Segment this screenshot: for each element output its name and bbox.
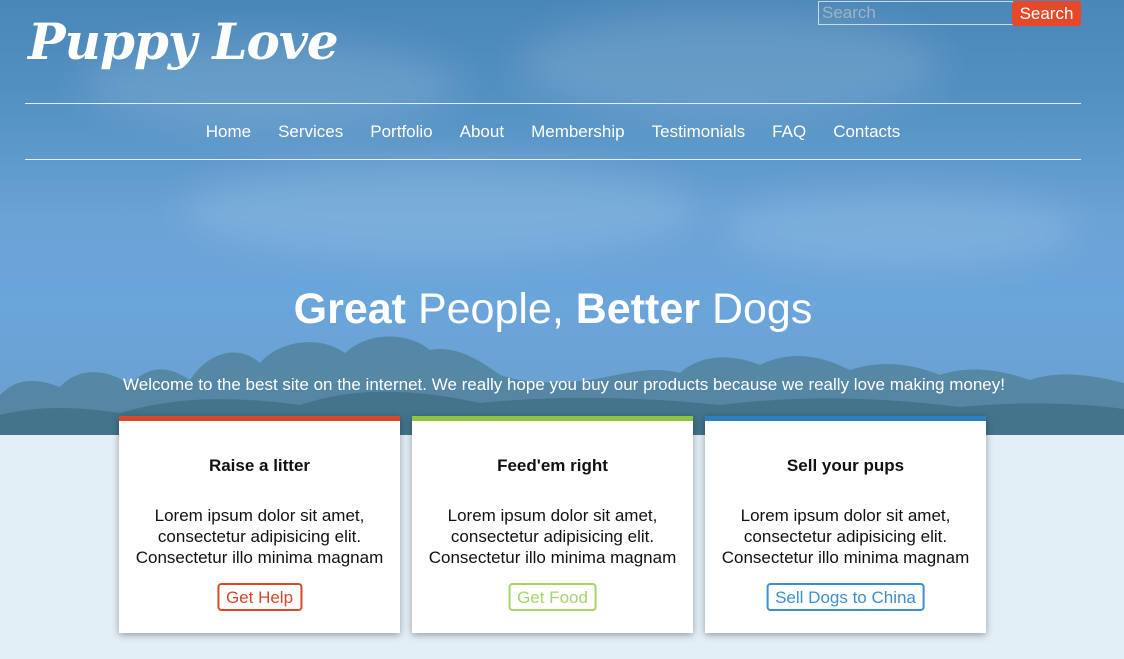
nav-item-faq[interactable]: FAQ (772, 122, 806, 142)
sell-dogs-button[interactable]: Sell Dogs to China (766, 583, 925, 611)
nav-item-portfolio[interactable]: Portfolio (370, 122, 432, 142)
hero-tagline: Welcome to the best site on the internet… (123, 375, 1005, 394)
headline-dogs: Dogs (700, 285, 813, 333)
headline-great: Great (293, 285, 406, 333)
site-logo[interactable]: Puppy Love (28, 12, 339, 71)
hero-headline: Great People, Better Dogs (0, 285, 1106, 334)
card-body: Lorem ipsum dolor sit amet, consectetur … (119, 505, 400, 568)
card-body: Lorem ipsum dolor sit amet, consectetur … (705, 505, 986, 568)
card-accent-bar (119, 416, 400, 421)
card-text-line: Consectetur illo minima magnam (428, 548, 677, 567)
card-sell-pups: Sell your pups Lorem ipsum dolor sit ame… (705, 416, 986, 633)
card-text-line: consectetur adipisicing elit. (743, 527, 948, 546)
search-button[interactable]: Search (1012, 1, 1081, 26)
card-text-line: consectetur adipisicing elit. (157, 527, 362, 546)
get-food-button[interactable]: Get Food (508, 583, 597, 611)
card-title: Sell your pups (786, 456, 905, 475)
nav-item-about[interactable]: About (460, 122, 504, 142)
card-text-line: Lorem ipsum dolor sit amet, (447, 506, 658, 525)
card-feed-right: Feed'em right Lorem ipsum dolor sit amet… (412, 416, 693, 633)
card-text-line: Consectetur illo minima magnam (135, 548, 384, 567)
search-input[interactable] (818, 1, 1013, 25)
card-accent-bar (412, 416, 693, 421)
nav-item-testimonials[interactable]: Testimonials (652, 122, 746, 142)
main-nav: Home Services Portfolio About Membership… (25, 104, 1081, 159)
card-raise-litter: Raise a litter Lorem ipsum dolor sit ame… (119, 416, 400, 633)
card-text-line: Consectetur illo minima magnam (721, 548, 970, 567)
nav-item-home[interactable]: Home (206, 122, 251, 142)
card-body: Lorem ipsum dolor sit amet, consectetur … (412, 505, 693, 568)
headline-better: Better (575, 285, 700, 333)
card-text-line: Lorem ipsum dolor sit amet, (740, 506, 951, 525)
card-accent-bar (705, 416, 986, 421)
nav-bottom-divider (25, 159, 1081, 160)
card-text-line: Lorem ipsum dolor sit amet, (154, 506, 365, 525)
nav-item-contacts[interactable]: Contacts (833, 122, 900, 142)
nav-item-services[interactable]: Services (278, 122, 343, 142)
headline-people: People, (406, 285, 576, 333)
get-help-button[interactable]: Get Help (216, 583, 303, 611)
nav-item-membership[interactable]: Membership (531, 122, 625, 142)
card-text-line: consectetur adipisicing elit. (450, 527, 655, 546)
card-title: Raise a litter (208, 456, 311, 475)
card-title: Feed'em right (497, 456, 608, 475)
